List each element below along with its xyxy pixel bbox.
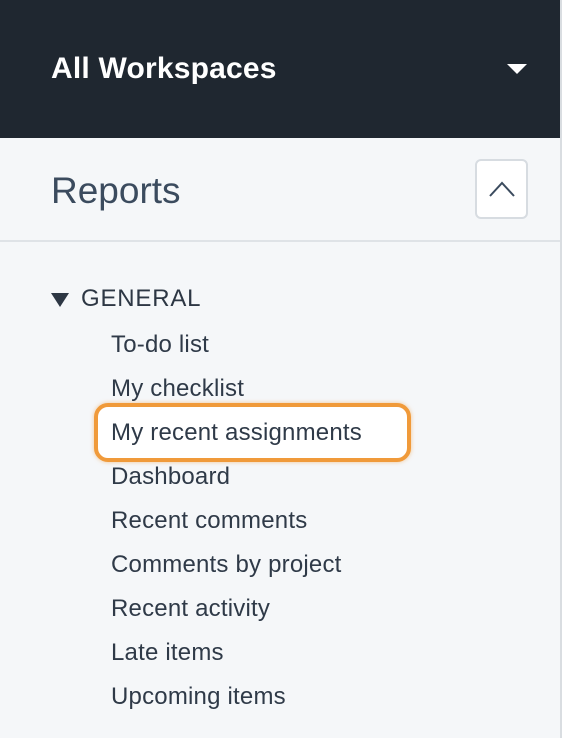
collapse-button[interactable]: [475, 159, 528, 219]
section-general: GENERAL: [51, 285, 202, 312]
section-toggle[interactable]: GENERAL: [51, 285, 202, 312]
reports-title: Reports: [51, 170, 181, 211]
section-title: GENERAL: [81, 285, 202, 312]
chevron-up-icon: [489, 181, 515, 197]
reports-sidebar: All Workspaces Reports GENERAL To-do lis…: [0, 0, 562, 738]
report-link-todo-list[interactable]: To-do list: [111, 327, 362, 371]
report-link-recent-activity[interactable]: Recent activity: [111, 591, 362, 635]
report-link-late-items[interactable]: Late items: [111, 635, 362, 679]
reports-header: Reports: [0, 138, 560, 242]
report-list: To-do list My checklist My recent assign…: [111, 327, 362, 723]
report-link-dashboard[interactable]: Dashboard: [111, 459, 362, 503]
report-link-my-checklist[interactable]: My checklist: [111, 371, 362, 415]
triangle-down-icon: [51, 292, 69, 307]
report-link-upcoming-items[interactable]: Upcoming items: [111, 679, 362, 723]
report-link-my-recent-assignments[interactable]: My recent assignments: [111, 415, 362, 459]
report-link-comments-by-project[interactable]: Comments by project: [111, 547, 362, 591]
report-link-recent-comments[interactable]: Recent comments: [111, 503, 362, 547]
caret-down-icon: [507, 64, 527, 74]
workspace-title: All Workspaces: [51, 52, 277, 85]
workspace-selector[interactable]: All Workspaces: [0, 0, 560, 138]
